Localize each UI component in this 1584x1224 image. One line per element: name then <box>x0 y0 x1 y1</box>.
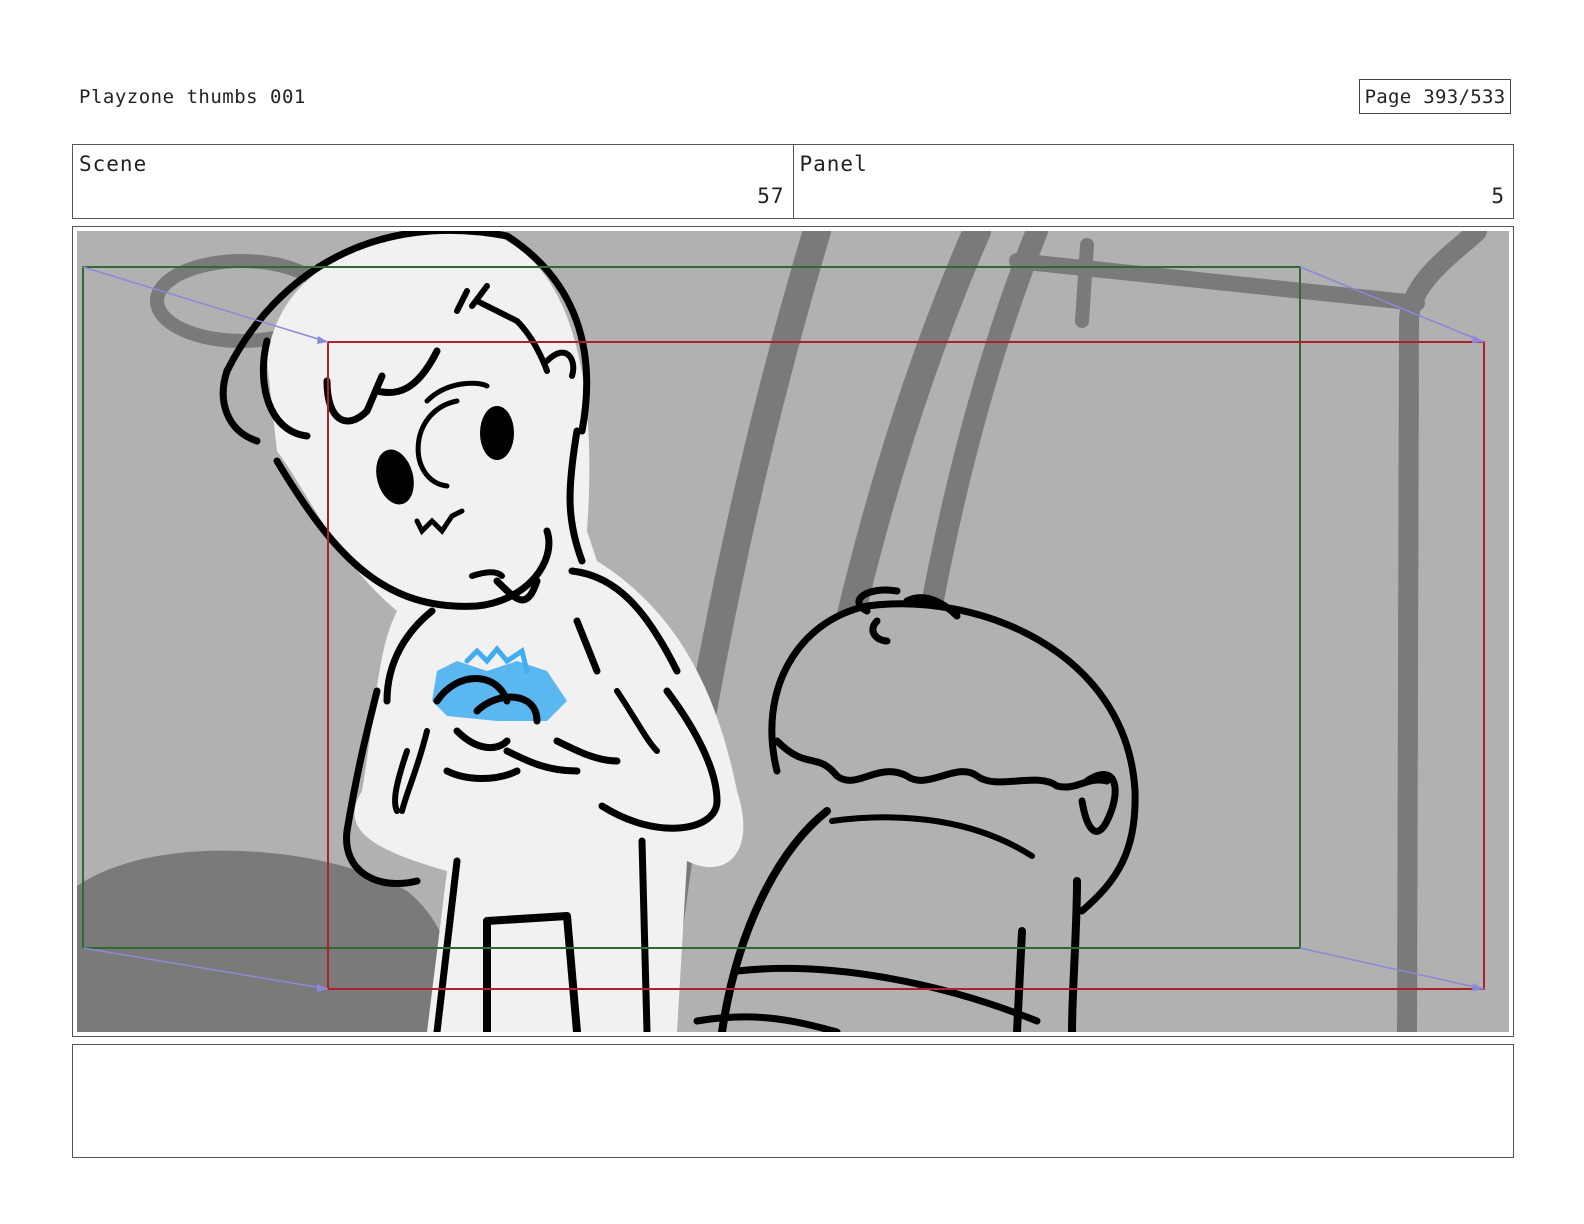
storyboard-frame <box>72 226 1514 1037</box>
girl-eye-right <box>480 406 514 460</box>
panel-cell: Panel 5 <box>792 145 1514 218</box>
page-number-indicator: Page 393/533 <box>1359 79 1511 114</box>
scene-number: 57 <box>757 184 785 208</box>
scene-label: Scene <box>79 152 148 176</box>
panel-number: 5 <box>1491 184 1505 208</box>
storyboard-sketch <box>77 231 1509 1032</box>
document-title: Playzone thumbs 001 <box>79 86 306 108</box>
notes-area <box>72 1044 1514 1158</box>
pipe-post <box>1075 238 1094 328</box>
storyboard-drawing <box>77 231 1509 1032</box>
scene-cell: Scene 57 <box>73 145 793 218</box>
panel-label: Panel <box>799 152 868 176</box>
scene-panel-info: Scene 57 Panel 5 <box>72 144 1514 219</box>
